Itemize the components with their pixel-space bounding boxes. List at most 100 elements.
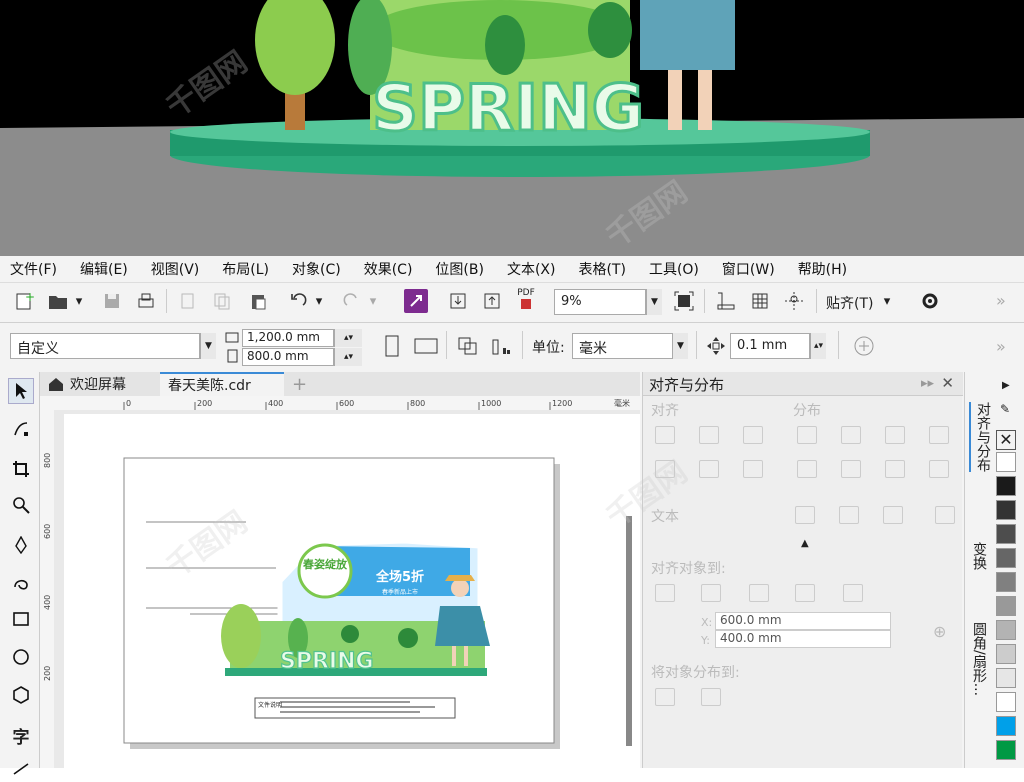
align-right-icon[interactable] <box>743 426 763 444</box>
color-swatch[interactable] <box>996 476 1016 496</box>
menu-item[interactable]: 效果(C) <box>364 259 413 279</box>
align-top-icon[interactable] <box>655 460 675 478</box>
align-to-page-center-icon[interactable] <box>749 584 769 602</box>
distribute-left-icon[interactable] <box>797 426 817 444</box>
color-swatch[interactable] <box>996 500 1016 520</box>
menu-item[interactable]: 文本(X) <box>507 259 556 279</box>
polygon-tool-icon[interactable] <box>8 682 34 708</box>
zoom-field[interactable]: 9% <box>554 289 646 315</box>
nudge-spinner[interactable]: ▴▾ <box>810 333 826 359</box>
artistic-media-icon[interactable] <box>8 568 34 594</box>
portrait-icon[interactable] <box>380 334 404 358</box>
menu-item[interactable]: 位图(B) <box>435 259 484 279</box>
menu-item[interactable]: 工具(O) <box>649 259 699 279</box>
menu-item[interactable]: 帮助(H) <box>798 259 847 279</box>
grid-icon[interactable] <box>748 289 772 313</box>
page-size-preset[interactable]: 自定义 <box>10 333 200 359</box>
unit-dropdown-icon[interactable]: ▼ <box>672 333 688 359</box>
export-icon[interactable] <box>480 289 504 313</box>
unit-select[interactable]: 毫米 <box>572 333 676 359</box>
snap-to-button[interactable]: 贴齐(T) <box>826 293 873 313</box>
color-swatch[interactable] <box>996 596 1016 616</box>
add-tab-button[interactable]: + <box>284 372 308 396</box>
current-page-icon[interactable] <box>490 334 514 358</box>
color-swatch[interactable] <box>996 572 1016 592</box>
rulers-icon[interactable] <box>714 289 738 313</box>
distribute-middle-icon[interactable] <box>841 460 861 478</box>
undo-icon[interactable] <box>286 289 310 313</box>
line-tool-icon[interactable] <box>8 756 34 782</box>
distribute-top-icon[interactable] <box>797 460 817 478</box>
color-swatch[interactable] <box>996 692 1016 712</box>
guidelines-icon[interactable] <box>782 289 806 313</box>
color-swatch[interactable] <box>996 620 1016 640</box>
color-swatch[interactable] <box>996 452 1016 472</box>
add-icon[interactable] <box>852 334 876 358</box>
page-width-field[interactable]: 1,200.0 mm <box>242 329 334 347</box>
all-pages-icon[interactable] <box>456 334 480 358</box>
docker-tab-transform[interactable]: 变换 <box>969 542 989 570</box>
import-icon[interactable] <box>446 289 470 313</box>
docker-tab-align[interactable]: 对齐与分布 <box>969 402 993 472</box>
distribute-to-selection-icon[interactable] <box>655 688 675 706</box>
page-width-spinner[interactable]: ▴▾ <box>334 329 362 347</box>
nudge-field[interactable]: 0.1 mm <box>730 333 810 359</box>
distribute-to-page-icon[interactable] <box>701 688 721 706</box>
collapse-arrow-icon[interactable]: ▲ <box>801 538 809 549</box>
add-point-icon[interactable]: ⊕ <box>933 622 946 641</box>
align-to-page-edge-icon[interactable] <box>701 584 721 602</box>
menu-item[interactable]: 对象(C) <box>292 259 341 279</box>
eyedropper-icon[interactable]: ✎ <box>1000 402 1010 416</box>
align-y-field[interactable]: 400.0 mm <box>715 630 891 648</box>
menu-item[interactable]: 视图(V) <box>151 259 200 279</box>
save-icon[interactable] <box>100 289 124 313</box>
full-screen-icon[interactable] <box>672 289 696 313</box>
text-bbox-icon[interactable] <box>883 506 903 524</box>
open-dropdown-icon[interactable]: ▾ <box>72 289 86 313</box>
menu-item[interactable]: 表格(T) <box>578 259 625 279</box>
menu-item[interactable]: 编辑(E) <box>80 259 128 279</box>
open-folder-icon[interactable] <box>46 289 70 313</box>
propbar-overflow[interactable]: » <box>996 337 1006 356</box>
align-to-point-icon[interactable] <box>843 584 863 602</box>
docker-close-icon[interactable]: ✕ <box>941 374 954 392</box>
color-swatch[interactable] <box>996 644 1016 664</box>
zoom-dropdown-icon[interactable]: ▼ <box>646 289 662 315</box>
color-swatch[interactable] <box>996 548 1016 568</box>
color-swatch[interactable] <box>996 716 1016 736</box>
copy-icon[interactable] <box>210 289 234 313</box>
tab-document[interactable]: 春天美陈.cdr <box>160 372 284 396</box>
align-to-grid-icon[interactable] <box>795 584 815 602</box>
distribute-spacing-h-icon[interactable] <box>929 426 949 444</box>
color-swatch[interactable] <box>996 524 1016 544</box>
redo-dropdown-icon[interactable]: ▾ <box>366 289 380 313</box>
new-document-icon[interactable]: + <box>12 289 36 313</box>
menu-item[interactable]: 布局(L) <box>222 259 269 279</box>
toolbar-overflow[interactable]: » <box>996 291 1006 310</box>
distribute-spacing-v-icon[interactable] <box>929 460 949 478</box>
align-center-h-icon[interactable] <box>699 426 719 444</box>
docker-expand-icon[interactable]: ▸▸ <box>921 376 934 391</box>
page-height-field[interactable]: 800.0 mm <box>242 348 334 366</box>
shape-tool-icon[interactable] <box>8 416 34 442</box>
align-bottom-icon[interactable] <box>743 460 763 478</box>
pick-tool-icon[interactable] <box>8 378 34 404</box>
menu-item[interactable]: 窗口(W) <box>722 259 775 279</box>
text-outline-icon[interactable] <box>935 506 955 524</box>
text-first-baseline-icon[interactable] <box>795 506 815 524</box>
snap-dropdown-icon[interactable]: ▾ <box>880 289 894 313</box>
distribute-center-icon[interactable] <box>841 426 861 444</box>
cut-icon[interactable] <box>176 289 200 313</box>
page-height-spinner[interactable]: ▴▾ <box>334 348 362 366</box>
print-icon[interactable] <box>134 289 158 313</box>
text-tool-icon[interactable]: 字 <box>8 722 34 748</box>
text-last-baseline-icon[interactable] <box>839 506 859 524</box>
preset-dropdown-icon[interactable]: ▼ <box>200 333 216 359</box>
landscape-icon[interactable] <box>414 334 438 358</box>
undo-dropdown-icon[interactable]: ▾ <box>312 289 326 313</box>
redo-icon[interactable] <box>340 289 364 313</box>
menu-item[interactable]: 文件(F) <box>10 259 57 279</box>
ellipse-tool-icon[interactable] <box>8 644 34 670</box>
palette-scroll-up-icon[interactable]: ▶ <box>1002 380 1010 391</box>
distribute-bottom-icon[interactable] <box>885 460 905 478</box>
